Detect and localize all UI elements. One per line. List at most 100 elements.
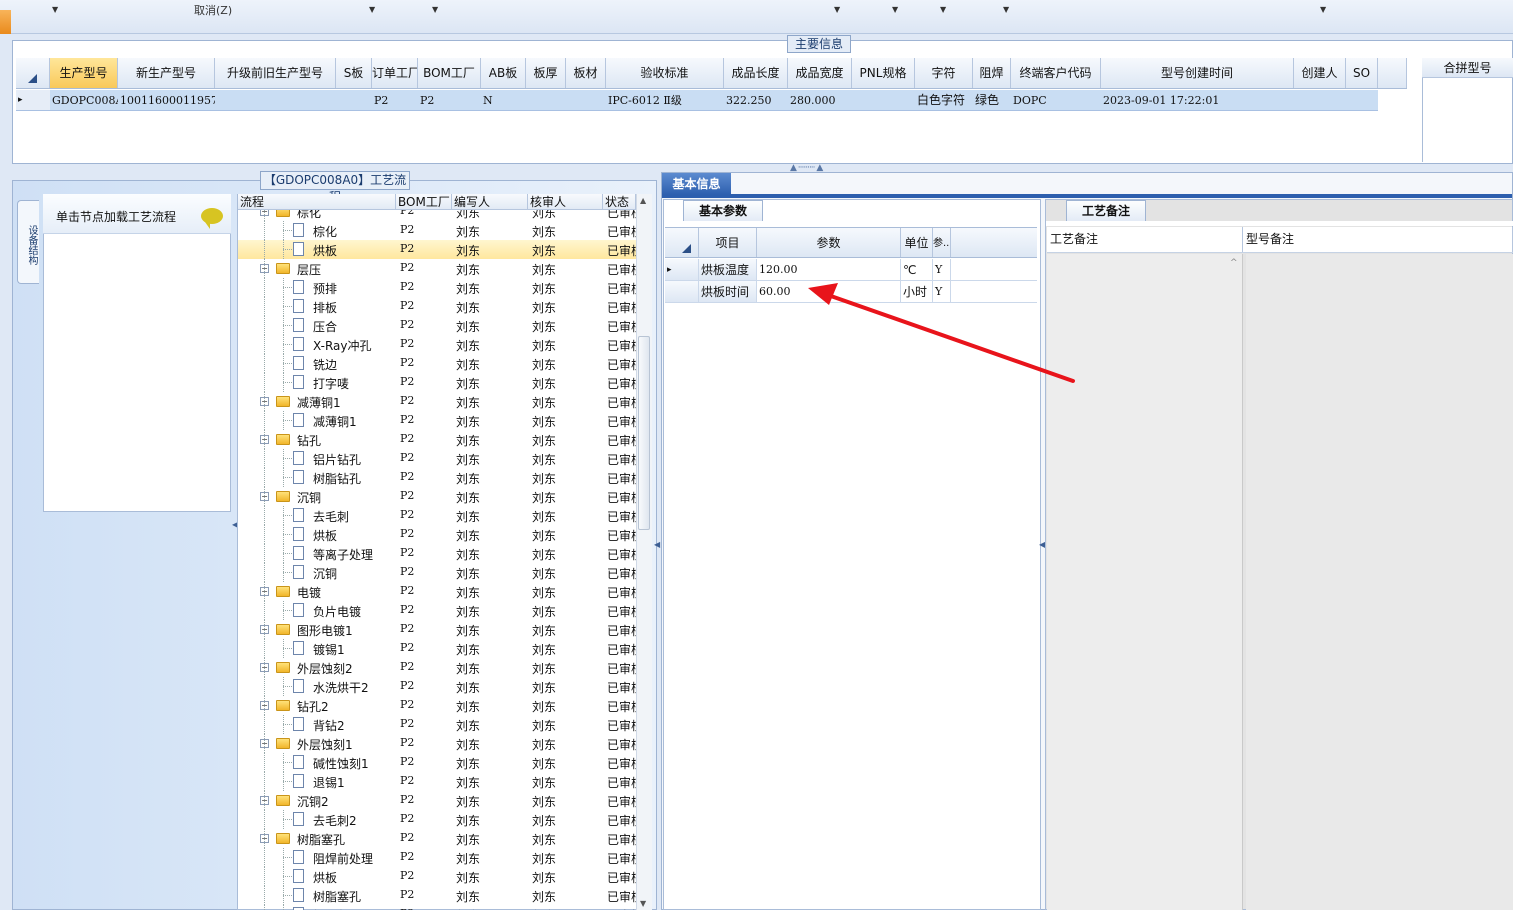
param-cell-flag[interactable]: Y (933, 259, 951, 280)
column-header-12[interactable]: PNL规格 (852, 58, 915, 88)
param-cell-value[interactable]: 120.00 (757, 259, 901, 280)
grid-cell-5[interactable]: P2 (418, 90, 481, 110)
tree-scrollbar-thumb[interactable] (638, 336, 650, 530)
tree-row[interactable]: −外层蚀刻2P2刘东刘东已审核 (238, 658, 636, 677)
grid-cell-3[interactable] (336, 90, 372, 110)
grid-cell-14[interactable]: 绿色 (973, 90, 1011, 110)
column-header-11[interactable]: 成品宽度 (788, 58, 852, 88)
column-header-2[interactable]: 升级前旧生产型号 (215, 58, 336, 88)
tree-scrollbar[interactable]: ▲ ▼ (636, 194, 652, 910)
params-column-header-1[interactable]: 参数 (757, 228, 901, 257)
params-column-header-2[interactable]: 单位 (901, 228, 933, 257)
tree-row[interactable]: 碱性蚀刻1 P2 刘东 刘东 已审核 (238, 753, 636, 772)
grid-cell-8[interactable] (566, 90, 606, 110)
tree-row[interactable]: 减薄铜1 P2 刘东 刘东 已审核 (238, 411, 636, 430)
grid-cell-16[interactable]: 2023-09-01 17:22:01 (1101, 90, 1294, 110)
tree-column-header-0[interactable]: 流程 (238, 194, 396, 209)
tree-row[interactable]: 烘板 P2 刘东 刘东 已审核 (238, 525, 636, 544)
scroll-down-icon[interactable]: ▼ (640, 899, 646, 908)
tree-row[interactable]: −树脂塞孔P2刘东刘东已审核 (238, 829, 636, 848)
column-header-9[interactable]: 验收标准 (606, 58, 724, 88)
tree-row[interactable]: −沉铜2P2刘东刘东已审核 (238, 791, 636, 810)
grid-cell-0[interactable]: GDOPC008A0 (50, 90, 118, 110)
column-header-5[interactable]: BOM工厂 (418, 58, 481, 88)
scroll-up-icon[interactable]: ▲ (640, 196, 646, 205)
column-header-3[interactable]: S板 (336, 58, 372, 88)
process-notes-tab[interactable]: 工艺备注 (1066, 200, 1146, 221)
tree-row[interactable]: 烘板 P2 刘东 刘东 已审核 (238, 867, 636, 886)
param-cell-unit[interactable]: ℃ (901, 259, 933, 280)
tree-row[interactable]: X-Ray冲孔 P2 刘东 刘东 已审核 (238, 335, 636, 354)
tree-row[interactable]: −减薄铜1P2刘东刘东已审核 (238, 392, 636, 411)
column-header-16[interactable]: 型号创建时间 (1101, 58, 1294, 88)
grid-cell-11[interactable]: 280.000 (788, 90, 852, 110)
column-header-1[interactable]: 新生产型号 (118, 58, 215, 88)
column-header-13[interactable]: 字符 (915, 58, 973, 88)
main-grid-row[interactable]: ▸GDOPC008A010011600011957P2P2NIPC-6012 Ⅱ… (16, 90, 1378, 111)
dropdown-arrow-icon[interactable]: ▼ (834, 5, 840, 14)
tree-row[interactable]: 水洗烘干2 P2 刘东 刘东 已审核 (238, 677, 636, 696)
param-cell-value[interactable]: 60.00 (757, 281, 901, 302)
model-note-field[interactable] (1246, 254, 1513, 910)
param-cell-item[interactable]: 烘板时间 (699, 281, 757, 302)
tree-row[interactable]: 铝片钻孔 P2 刘东 刘东 已审核 (238, 449, 636, 468)
process-note-field[interactable] (1047, 254, 1243, 910)
grid-cell-4[interactable]: P2 (372, 90, 418, 110)
tree-row[interactable]: 退锡1 P2 刘东 刘东 已审核 (238, 772, 636, 791)
tree-row[interactable]: 排板 P2 刘东 刘东 已审核 (238, 297, 636, 316)
tree-row[interactable]: 打字唛 P2 刘东 刘东 已审核 (238, 373, 636, 392)
column-header-18[interactable]: SO (1346, 58, 1378, 88)
tree-row[interactable]: 预排 P2 刘东 刘东 已审核 (238, 278, 636, 297)
tree-row[interactable]: 铝用化P2刘东刘东已审核 (238, 905, 636, 910)
params-column-header-3[interactable]: 参... (933, 228, 951, 257)
app-menu-button[interactable] (0, 10, 11, 34)
dropdown-arrow-icon[interactable]: ▼ (1003, 5, 1009, 14)
tree-row[interactable]: 等离子处理 P2 刘东 刘东 已审核 (238, 544, 636, 563)
tree-row[interactable]: −钻孔P2刘东刘东已审核 (238, 430, 636, 449)
tree-row[interactable]: 压合 P2 刘东 刘东 已审核 (238, 316, 636, 335)
tree-row[interactable]: 烘板 P2 刘东 刘东 已审核 (238, 240, 636, 259)
column-header-7[interactable]: 板厚 (526, 58, 566, 88)
basic-info-tab[interactable]: 基本信息 (662, 173, 731, 195)
dropdown-arrow-icon[interactable]: ▼ (940, 5, 946, 14)
tree-column-header-1[interactable]: BOM工厂 (396, 194, 452, 209)
column-header-15[interactable]: 终端客户代码 (1011, 58, 1101, 88)
notes-column-header-1[interactable]: 型号备注 (1243, 227, 1513, 252)
grid-cell-10[interactable]: 322.250 (724, 90, 788, 110)
dropdown-arrow-icon[interactable]: ▼ (1320, 5, 1326, 14)
notes-column-header-0[interactable]: 工艺备注 (1047, 227, 1243, 252)
collapse-middle-icon[interactable]: ◀ (654, 540, 660, 549)
tree-row[interactable]: 棕化 P2 刘东 刘东 已审核 (238, 221, 636, 240)
grid-cell-7[interactable] (526, 90, 566, 110)
grid-cell-18[interactable] (1346, 90, 1378, 110)
dropdown-arrow-icon[interactable]: ▼ (892, 5, 898, 14)
basic-params-tab[interactable]: 基本参数 (683, 200, 763, 221)
param-cell-item[interactable]: 烘板温度 (699, 259, 757, 280)
tree-row[interactable]: 去毛刺 P2 刘东 刘东 已审核 (238, 506, 636, 525)
tree-row[interactable]: 阻焊前处理 P2 刘东 刘东 已审核 (238, 848, 636, 867)
tree-row[interactable]: −棕化P2刘东刘东已审核 (238, 210, 636, 221)
params-column-header-0[interactable]: 项目 (699, 228, 757, 257)
tree-row[interactable]: 去毛刺2 P2 刘东 刘东 已审核 (238, 810, 636, 829)
column-header-14[interactable]: 阻焊 (973, 58, 1011, 88)
column-header-0[interactable]: 生产型号 (50, 58, 118, 88)
equipment-structure-tab[interactable]: 设备结构 (17, 200, 39, 284)
grid-cell-1[interactable]: 10011600011957 (118, 90, 215, 110)
column-header-4[interactable]: 订单工厂 (372, 58, 418, 88)
tree-row[interactable]: −沉铜P2刘东刘东已审核 (238, 487, 636, 506)
main-info-tab[interactable]: 主要信息 (787, 35, 851, 53)
dropdown-arrow-icon[interactable]: ▼ (432, 5, 438, 14)
grid-cell-15[interactable]: DOPC (1011, 90, 1101, 110)
tree-row[interactable]: 沉铜 P2 刘东 刘东 已审核 (238, 563, 636, 582)
tree-column-header-2[interactable]: 编写人 (452, 194, 528, 209)
grid-cell-9[interactable]: IPC-6012 Ⅱ级 (606, 90, 724, 110)
column-header-8[interactable]: 板材 (566, 58, 606, 88)
note-scroll-up-icon[interactable]: ^ (1230, 258, 1238, 268)
node-panel-header[interactable]: 单击节点加载工艺流程 (43, 194, 231, 234)
tree-row[interactable]: −外层蚀刻1P2刘东刘东已审核 (238, 734, 636, 753)
tree-row[interactable]: 树脂塞孔 P2 刘东 刘东 已审核 (238, 886, 636, 905)
grid-cell-12[interactable] (852, 90, 915, 110)
grid-cell-13[interactable]: 白色字符 (915, 90, 973, 110)
param-row[interactable]: 烘板时间 60.00 小时 Y (665, 281, 1037, 303)
dropdown-arrow-icon[interactable]: ▼ (369, 5, 375, 14)
